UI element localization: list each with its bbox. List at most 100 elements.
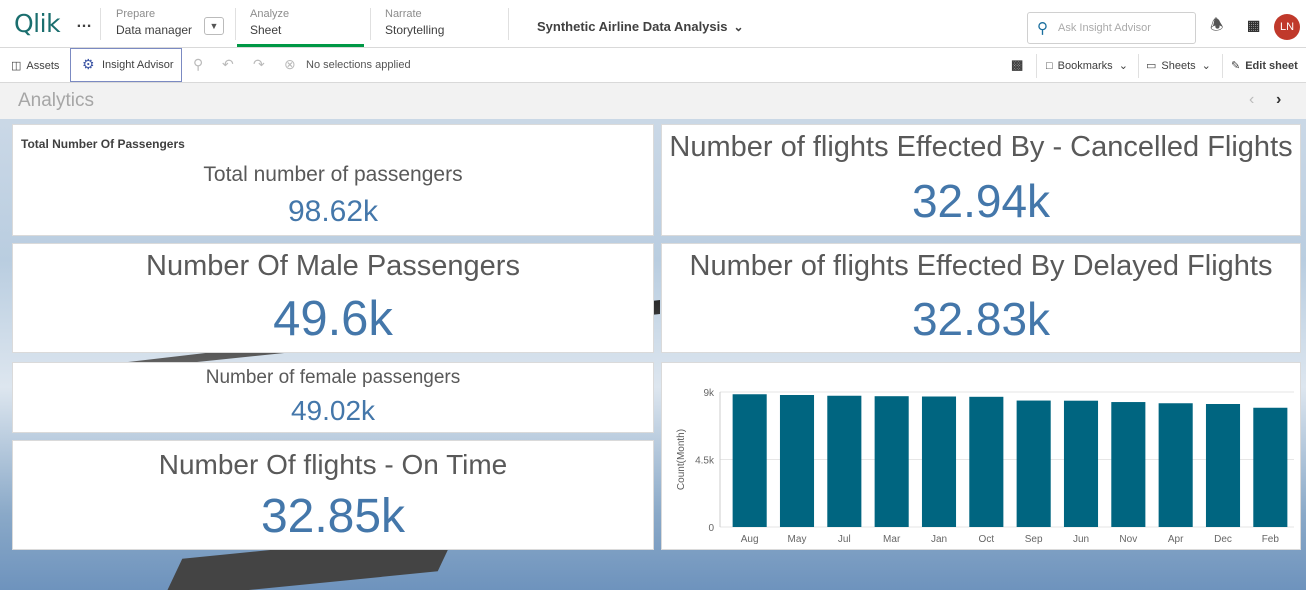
notifications-bell-icon[interactable]: 🕭 xyxy=(1210,15,1223,40)
bar-mar xyxy=(874,396,909,527)
panel-icon: ◫ xyxy=(11,60,22,72)
bookmarks-label: Bookmarks xyxy=(1057,60,1113,72)
y-axis-label: Count(Month) xyxy=(676,429,687,490)
insight-advisor-search[interactable]: ⚲ Ask Insight Advisor xyxy=(1027,12,1196,44)
clear-selections-icon[interactable]: ⊗ xyxy=(284,56,296,73)
x-tick-label: Apr xyxy=(1168,534,1184,545)
kpi-value: 49.6k xyxy=(273,292,393,346)
bar-nov xyxy=(1111,402,1146,527)
y-tick-label: 0 xyxy=(708,523,714,534)
user-avatar[interactable]: LN xyxy=(1274,14,1300,40)
assets-button[interactable]: ◫ Assets xyxy=(11,59,59,72)
bar-chart-svg: 0 4.5k 9k Count(Month) Aug May Jul Mar Jan Oct Sep… xyxy=(676,388,1294,545)
divider xyxy=(508,8,509,40)
insight-advisor-icon: ⚙ xyxy=(82,56,95,72)
chevron-down-icon: ⌄ xyxy=(1118,60,1128,72)
edit-sheet-button[interactable]: ✎ Edit sheet xyxy=(1231,59,1298,72)
x-tick-label: Oct xyxy=(979,534,995,545)
kpi-value: 32.94k xyxy=(911,175,1051,227)
selections-status: No selections applied xyxy=(306,59,411,71)
edit-sheet-label: Edit sheet xyxy=(1245,60,1298,72)
nav-prepare-item: Data manager xyxy=(116,23,193,37)
kpi-value: 98.62k xyxy=(287,195,379,228)
active-tab-underline xyxy=(237,44,364,47)
bar-may xyxy=(779,395,815,527)
bar-jun xyxy=(1063,400,1099,527)
nav-narrate[interactable]: Narrate Storytelling xyxy=(385,8,444,37)
flights-by-month-bar-chart[interactable]: 0 4.5k 9k Count(Month) Aug May Jul Mar Jan Oct Sep… xyxy=(661,362,1301,550)
x-tick-label: Sep xyxy=(1025,534,1043,545)
kpi-cancelled-flights[interactable]: Number of flights Effected By - Cancelle… xyxy=(661,124,1301,236)
kpi-delayed-flights[interactable]: Number of flights Effected By Delayed Fl… xyxy=(661,243,1301,353)
pencil-icon: ✎ xyxy=(1231,60,1241,72)
y-tick-label: 4.5k xyxy=(695,456,715,467)
kpi-value: 32.83k xyxy=(911,293,1051,345)
qlik-logo[interactable]: Qlik xyxy=(14,9,61,38)
x-tick-label: Jan xyxy=(931,534,947,545)
nav-narrate-label: Narrate xyxy=(385,8,422,20)
nav-prepare-label: Prepare xyxy=(116,8,156,20)
card-title: Total Number Of Passengers xyxy=(21,137,185,151)
bookmarks-button[interactable]: □ Bookmarks ⌄ xyxy=(1046,59,1128,72)
y-tick-label: 9k xyxy=(703,388,715,399)
grid-layout-icon[interactable]: ▩ xyxy=(1011,57,1023,73)
nav-narrate-item: Storytelling xyxy=(385,23,445,37)
step-forward-icon[interactable]: ↷ xyxy=(253,56,265,73)
kpi-value: 49.02k xyxy=(290,395,376,426)
kpi-total-passengers[interactable]: Total Number Of Passengers Total number … xyxy=(12,124,654,236)
kpi-on-time-flights[interactable]: Number Of flights - On Time 32.85k xyxy=(12,440,654,550)
sheet-title: Analytics xyxy=(18,90,95,111)
chevron-down-icon: ⌄ xyxy=(733,20,744,34)
bar-jul xyxy=(827,395,862,527)
sheets-button[interactable]: ▭ Sheets ⌄ xyxy=(1146,59,1211,72)
kpi-female-passengers[interactable]: Number of female passengers 49.02k xyxy=(12,362,654,433)
nav-prepare[interactable]: Prepare Data manager xyxy=(116,8,192,37)
more-menu-button[interactable]: … xyxy=(76,14,93,32)
previous-sheet-button[interactable]: ‹ xyxy=(1249,91,1254,109)
nav-analyze[interactable]: Analyze Sheet xyxy=(250,8,289,37)
sheets-icon: ▭ xyxy=(1146,60,1157,72)
insight-advisor-label: Insight Advisor xyxy=(102,59,174,71)
bookmark-icon: □ xyxy=(1046,60,1053,72)
prepare-dropdown-button[interactable]: ▼ xyxy=(204,17,224,35)
app-title-dropdown[interactable]: Synthetic Airline Data Analysis ⌄ xyxy=(537,19,744,34)
assets-label: Assets xyxy=(26,60,60,72)
x-tick-label: Jul xyxy=(838,534,851,545)
sheet-toolbar: ◫ Assets ⚙ Insight Advisor ⚲ ↶ ↷ ⊗ No sel… xyxy=(0,48,1306,83)
kpi-label: Total number of passengers xyxy=(203,163,463,186)
insight-advisor-button[interactable]: ⚙ Insight Advisor xyxy=(70,48,182,82)
app-title: Synthetic Airline Data Analysis xyxy=(537,19,728,34)
kpi-male-passengers[interactable]: Number Of Male Passengers 49.6k xyxy=(12,243,654,353)
bar-dec xyxy=(1205,404,1241,527)
x-tick-label: Aug xyxy=(741,534,759,545)
sheets-label: Sheets xyxy=(1161,60,1196,72)
kpi-label: Number Of flights - On Time xyxy=(158,449,508,480)
bar-sep xyxy=(1016,400,1051,527)
bar-apr xyxy=(1158,403,1193,527)
kpi-label: Number of flights Effected By - Cancelle… xyxy=(669,131,1293,163)
top-navigation-bar: Qlik … Prepare Data manager ▼ Analyze Sh… xyxy=(0,0,1306,48)
search-placeholder: Ask Insight Advisor xyxy=(1058,22,1151,34)
divider xyxy=(1222,54,1223,78)
apps-grid-icon[interactable]: ▦ xyxy=(1247,17,1260,34)
sheet-header: Analytics ‹ › xyxy=(0,83,1306,119)
divider xyxy=(1138,54,1139,78)
x-tick-label: Dec xyxy=(1214,534,1232,545)
x-tick-label: Nov xyxy=(1119,534,1137,545)
kpi-label: Number of flights Effected By Delayed Fl… xyxy=(689,250,1273,282)
next-sheet-button[interactable]: › xyxy=(1276,91,1281,109)
divider xyxy=(1036,54,1037,78)
x-tick-label: Mar xyxy=(883,534,901,545)
x-tick-label: Jun xyxy=(1073,534,1089,545)
bar-feb xyxy=(1253,407,1288,527)
x-tick-label: May xyxy=(788,534,807,545)
divider xyxy=(235,8,236,40)
bar-oct xyxy=(969,396,1004,527)
smart-search-icon[interactable]: ⚲ xyxy=(193,56,203,73)
bar-jan xyxy=(921,396,957,527)
step-back-icon[interactable]: ↶ xyxy=(222,56,234,73)
kpi-value: 32.85k xyxy=(260,490,406,543)
search-icon: ⚲ xyxy=(1037,20,1048,37)
nav-analyze-item: Sheet xyxy=(250,23,282,37)
x-tick-label: Feb xyxy=(1262,534,1280,545)
